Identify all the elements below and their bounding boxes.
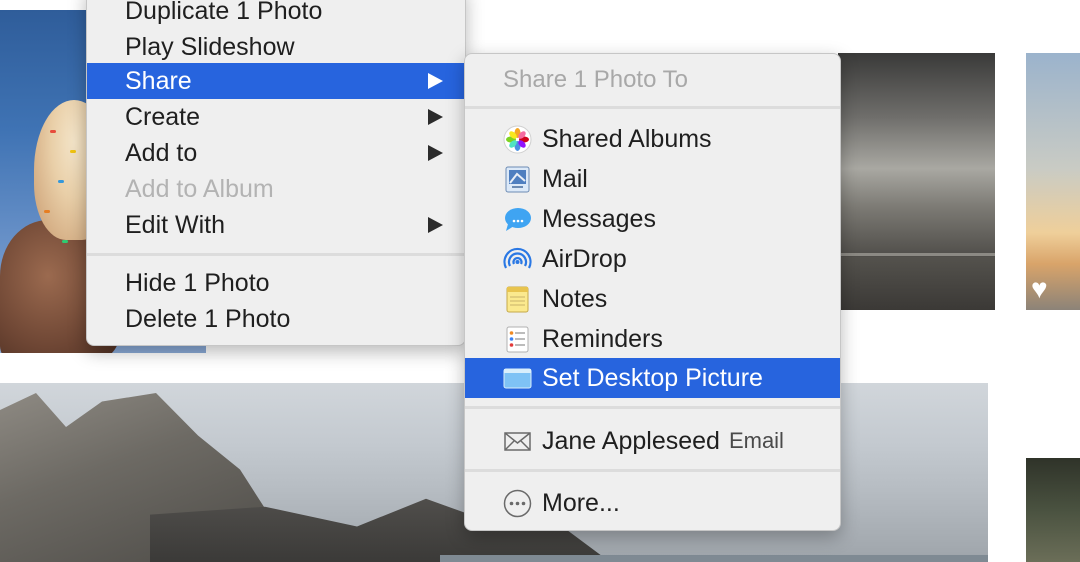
- share-item-label: Messages: [542, 204, 656, 233]
- share-item-label: Shared Albums: [542, 124, 712, 153]
- menu-separator: [465, 106, 840, 109]
- share-item-mail[interactable]: Mail: [465, 159, 840, 199]
- context-menu: Duplicate 1 Photo Play Slideshow Share C…: [86, 0, 466, 346]
- share-item-label: Mail: [542, 164, 588, 193]
- share-item-set-desktop-picture[interactable]: Set Desktop Picture: [465, 358, 840, 398]
- menu-item-label: Create: [125, 102, 201, 131]
- submenu-arrow-icon: [428, 73, 443, 89]
- menu-item-edit-with[interactable]: Edit With: [87, 207, 465, 243]
- reminders-icon: [503, 325, 532, 354]
- menu-separator: [87, 253, 465, 256]
- photo-detail: [70, 150, 76, 153]
- share-item-label: AirDrop: [542, 244, 627, 273]
- photo-detail: [50, 130, 56, 133]
- ellipsis-circle-icon: [503, 489, 532, 518]
- photo-thumbnail-forest[interactable]: [1026, 458, 1080, 562]
- photo-detail: [838, 257, 995, 310]
- mail-icon: [503, 165, 532, 194]
- menu-item-hide[interactable]: Hide 1 Photo: [87, 265, 465, 301]
- menu-item-delete[interactable]: Delete 1 Photo: [87, 301, 465, 337]
- submenu-arrow-icon: [428, 145, 443, 161]
- photo-thumbnail-dusk-beach[interactable]: [838, 53, 995, 310]
- photo-detail: [62, 240, 68, 243]
- share-submenu-header: Share 1 Photo To: [465, 60, 840, 100]
- share-item-notes[interactable]: Notes: [465, 279, 840, 319]
- share-header-label: Share 1 Photo To: [503, 66, 689, 93]
- share-item-label: Notes: [542, 284, 608, 313]
- photo-detail: [58, 180, 64, 183]
- menu-item-label: Edit With: [125, 210, 226, 239]
- menu-item-add-to-album: Add to Album: [87, 171, 465, 207]
- messages-icon: [503, 205, 532, 234]
- contact-name: Jane Appleseed: [542, 426, 720, 455]
- photo-detail: [440, 555, 988, 562]
- submenu-arrow-icon: [428, 109, 443, 125]
- airdrop-icon: [503, 245, 532, 274]
- menu-item-label: Delete 1 Photo: [125, 304, 291, 333]
- menu-separator: [465, 469, 840, 472]
- photo-detail: [838, 253, 995, 256]
- share-item-messages[interactable]: Messages: [465, 199, 840, 239]
- photo-detail: [44, 210, 50, 213]
- menu-item-duplicate[interactable]: Duplicate 1 Photo: [87, 0, 465, 29]
- menu-item-label: Hide 1 Photo: [125, 268, 270, 297]
- favorite-heart-icon: ♥: [1031, 273, 1048, 304]
- menu-item-label: Duplicate 1 Photo: [125, 0, 323, 25]
- menu-item-add-to[interactable]: Add to: [87, 135, 465, 171]
- menu-item-label: Add to: [125, 138, 198, 167]
- menu-item-share[interactable]: Share: [87, 63, 465, 99]
- photo-thumbnail-sunset[interactable]: ♥: [1026, 53, 1080, 310]
- submenu-arrow-icon: [428, 217, 443, 233]
- share-item-label: Set Desktop Picture: [542, 363, 763, 392]
- notes-icon: [503, 285, 532, 314]
- share-submenu: Share 1 Photo To Shared Albums Mail Mess…: [464, 53, 841, 531]
- menu-item-create[interactable]: Create: [87, 99, 465, 135]
- share-item-reminders[interactable]: Reminders: [465, 319, 840, 359]
- envelope-icon: [503, 427, 532, 456]
- share-item-label: Reminders: [542, 324, 663, 353]
- share-item-shared-albums[interactable]: Shared Albums: [465, 119, 840, 159]
- menu-item-play-slideshow[interactable]: Play Slideshow: [87, 29, 465, 65]
- share-item-more[interactable]: More...: [465, 483, 840, 523]
- menu-item-label: Play Slideshow: [125, 32, 295, 61]
- share-item-label: More...: [542, 488, 620, 517]
- share-item-contact[interactable]: Jane Appleseed Email: [465, 421, 840, 461]
- share-item-airdrop[interactable]: AirDrop: [465, 239, 840, 279]
- menu-item-label: Share: [125, 66, 192, 95]
- photos-icon: [503, 125, 532, 154]
- menu-item-label: Add to Album: [125, 174, 274, 203]
- desktop-picture-icon: [503, 364, 532, 393]
- menu-separator: [465, 406, 840, 409]
- contact-method: Email: [728, 428, 784, 453]
